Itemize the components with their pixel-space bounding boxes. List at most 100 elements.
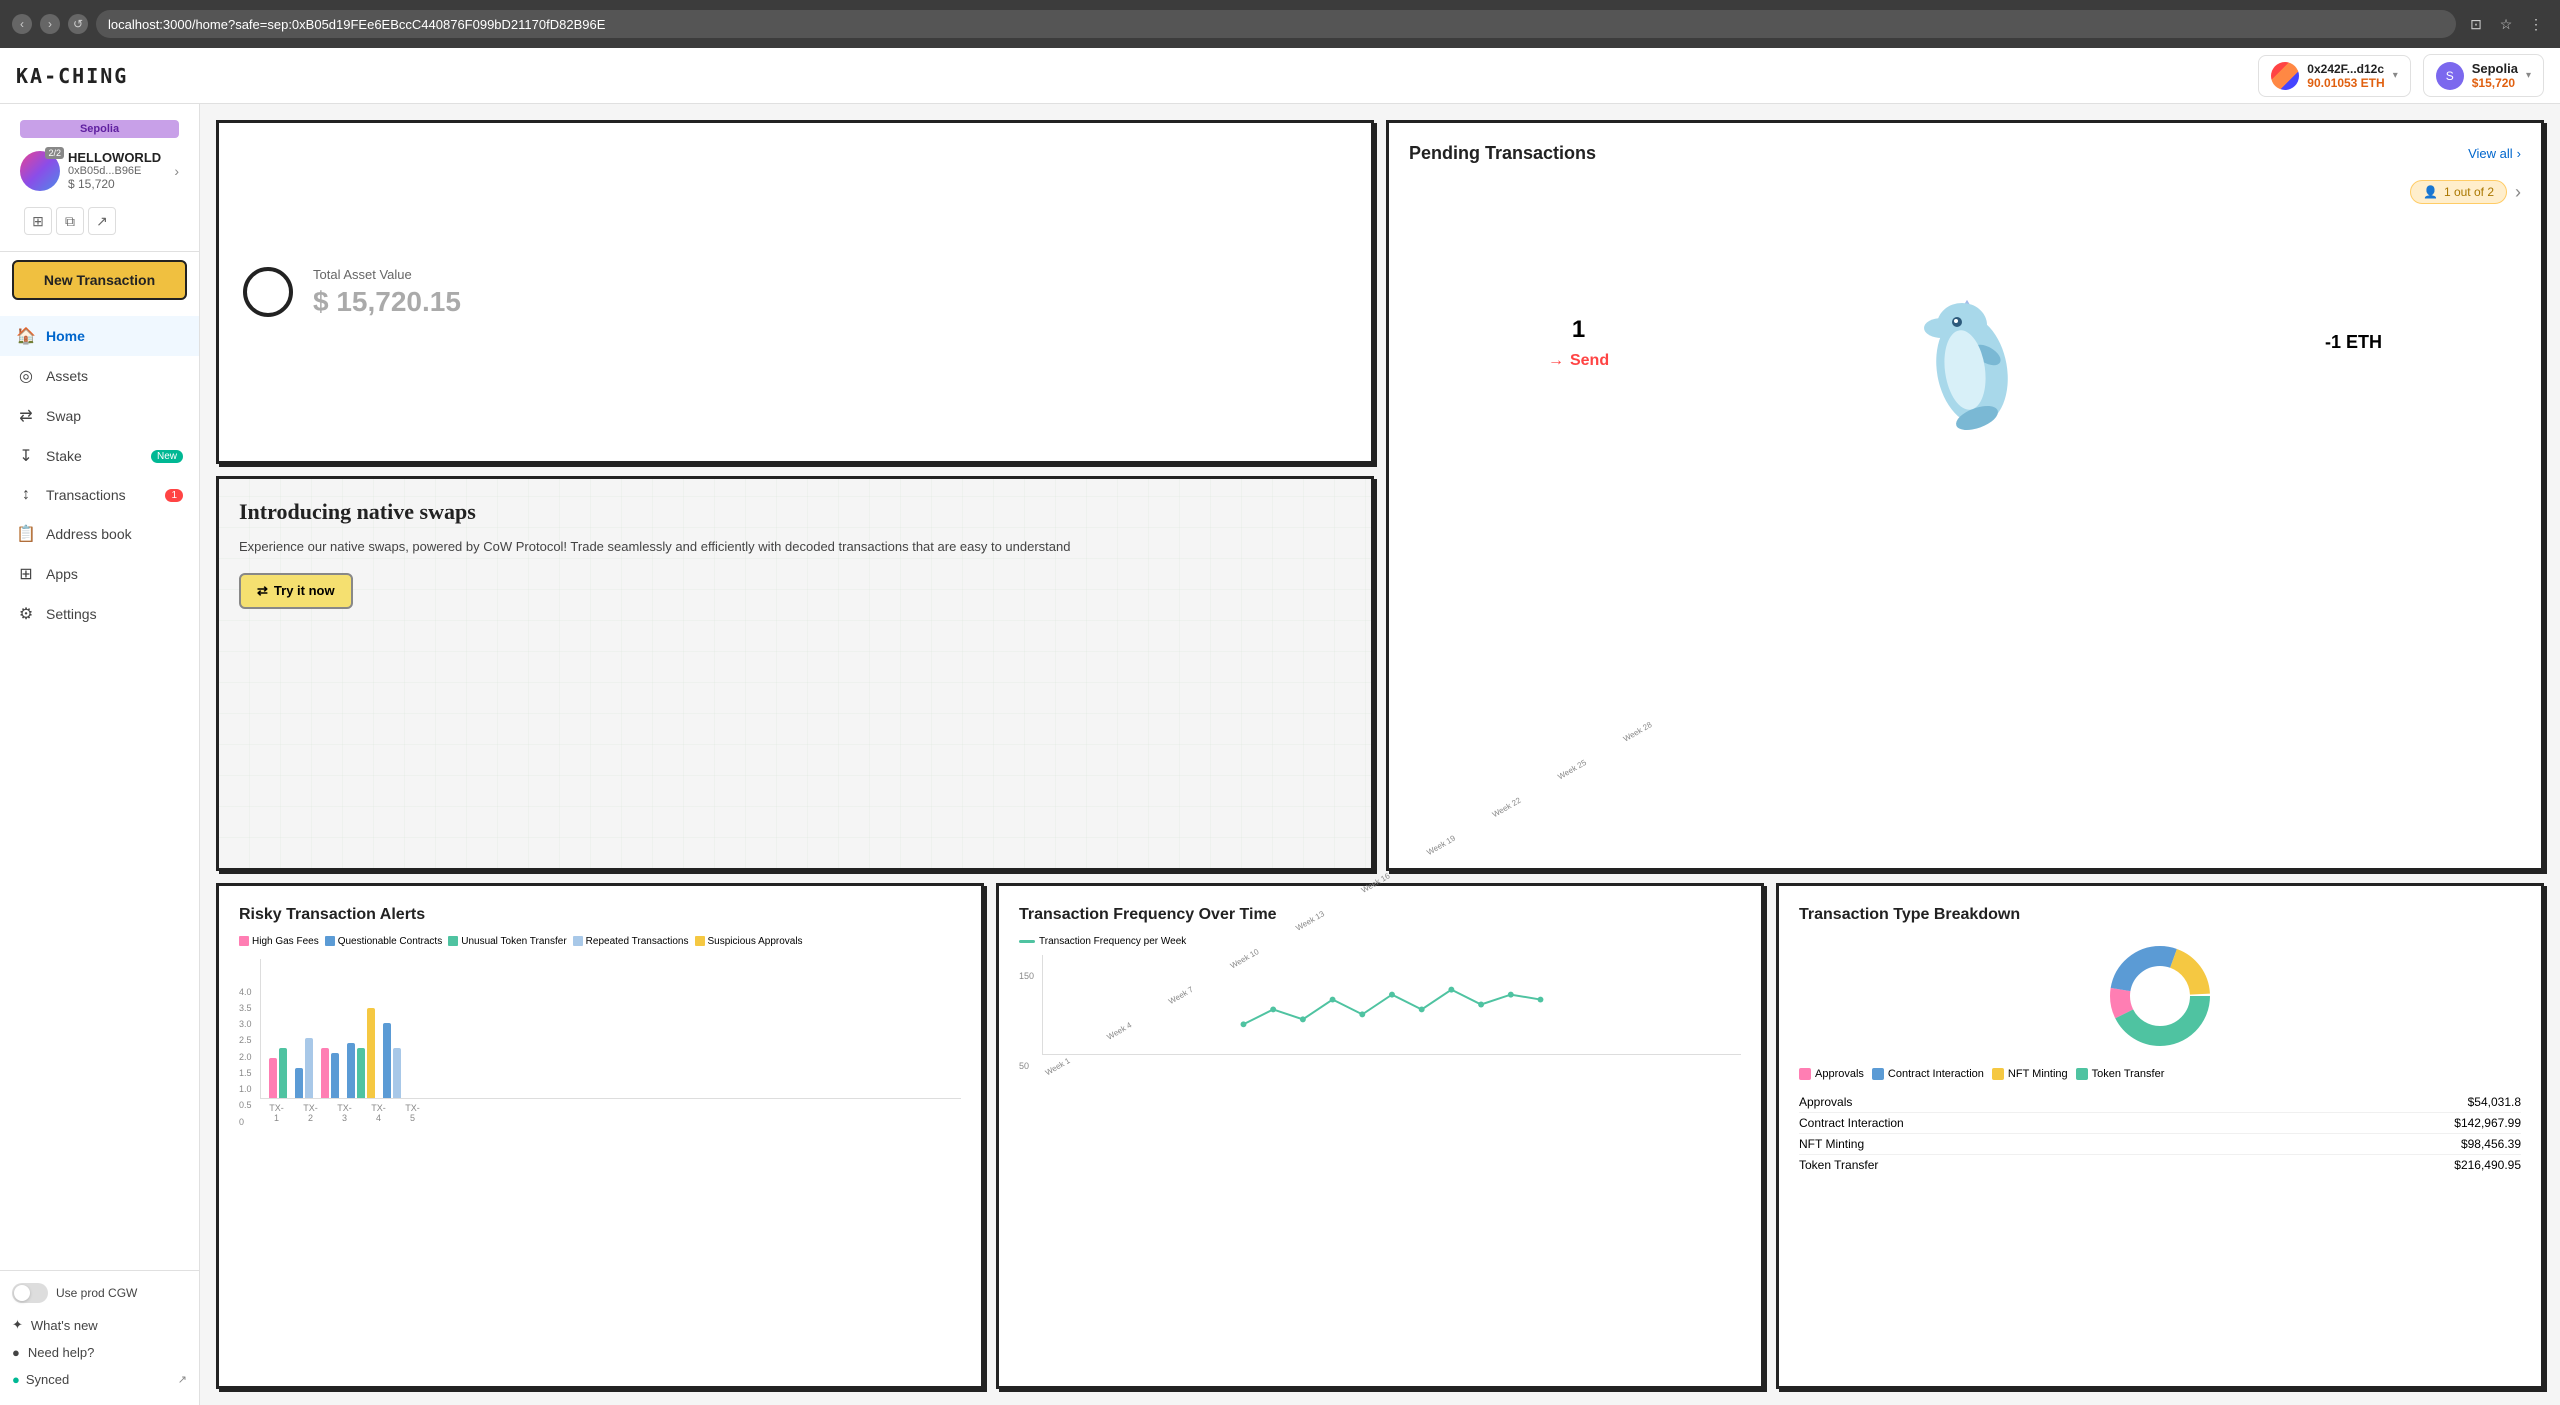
freq-y-150: 150 — [1019, 971, 1034, 981]
wallet-selector[interactable]: 0x242F...d12c 90.01053 ETH ▾ — [2258, 55, 2410, 97]
x-tx4: TX-4 — [370, 1103, 388, 1123]
whats-new-link[interactable]: ✦ What's new — [12, 1311, 187, 1339]
breakdown-row-token: Token Transfer $216,490.95 — [1799, 1155, 2521, 1175]
approvals-row-label: Approvals — [1799, 1095, 1852, 1109]
y-0: 0 — [239, 1117, 252, 1127]
new-transaction-button[interactable]: New Transaction — [12, 260, 187, 300]
risky-alerts-card: Risky Transaction Alerts High Gas Fees Q… — [216, 883, 984, 1389]
legend-questionable: Questionable Contracts — [325, 936, 443, 947]
more-button[interactable]: ⋮ — [2524, 12, 2548, 36]
tx3-bar-q — [331, 1053, 339, 1098]
back-button[interactable]: ‹ — [12, 14, 32, 34]
sidebar-item-stake[interactable]: ↧ Stake New — [0, 436, 199, 476]
sidebar-item-transactions[interactable]: ↕ Transactions 1 — [0, 476, 199, 514]
account-expand-icon[interactable]: › — [174, 163, 179, 179]
need-help-link[interactable]: ● Need help? — [12, 1339, 187, 1366]
y-3: 3.0 — [239, 1019, 252, 1029]
swaps-title: Introducing native swaps — [239, 499, 1351, 525]
approvals-row-value: $54,031.8 — [2468, 1095, 2521, 1109]
forward-button[interactable]: › — [40, 14, 60, 34]
questionable-label: Questionable Contracts — [338, 936, 443, 947]
breakdown-row-approvals: Approvals $54,031.8 — [1799, 1092, 2521, 1113]
whats-new-icon: ✦ — [12, 1317, 23, 1333]
tx1-bar-unusual — [279, 1048, 287, 1098]
sidebar-item-apps[interactable]: ⊞ Apps — [0, 554, 199, 594]
wallet-balance: 90.01053 ETH — [2307, 76, 2384, 90]
freq-y-axis: 150 50 — [1019, 971, 1038, 1071]
freq-point-1 — [1241, 1021, 1247, 1027]
legend-unusual: Unusual Token Transfer — [448, 936, 566, 947]
token-legend-label: Token Transfer — [2092, 1068, 2165, 1080]
y-axis: 4.0 3.5 3.0 2.5 2.0 1.5 1.0 0.5 0 — [239, 987, 256, 1127]
view-all-label: View all — [2468, 146, 2513, 161]
sidebar-footer: Use prod CGW ✦ What's new ● Need help? ●… — [0, 1270, 199, 1405]
url-text: localhost:3000/home?safe=sep:0xB05d19FEe… — [108, 17, 605, 32]
sidebar-item-home[interactable]: 🏠 Home — [0, 316, 199, 356]
swap-icon: ⇄ — [16, 406, 36, 426]
account-name: HELLOWORLD — [68, 150, 166, 165]
apps-icon: ⊞ — [16, 564, 36, 584]
freq-point-11 — [1538, 996, 1544, 1002]
nav-label-apps: Apps — [46, 566, 78, 582]
legend-high-gas: High Gas Fees — [239, 936, 319, 947]
approvals-color — [1799, 1068, 1811, 1080]
nft-color — [1992, 1068, 2004, 1080]
sidebar-account: Sepolia 2/2 HELLOWORLD 0xB05d...B96E $ 1… — [0, 104, 199, 252]
legend-repeated: Repeated Transactions — [573, 936, 689, 947]
x-tx1: TX-1 — [268, 1103, 286, 1123]
nav-label-home: Home — [46, 328, 85, 344]
app-logo: KA-CHING — [16, 64, 128, 88]
view-all-chevron: › — [2517, 146, 2521, 161]
swap-icon-btn: ⇄ — [257, 583, 268, 599]
view-all-link[interactable]: View all › — [2468, 146, 2521, 161]
url-bar[interactable]: localhost:3000/home?safe=sep:0xB05d19FEe… — [96, 10, 2456, 38]
legend-contract: Contract Interaction — [1872, 1068, 1984, 1080]
synced-label: Synced — [26, 1372, 69, 1387]
sidebar-item-swap[interactable]: ⇄ Swap — [0, 396, 199, 436]
donut-svg — [2100, 936, 2220, 1056]
help-icon: ● — [12, 1345, 20, 1360]
top-nav-right: 0x242F...d12c 90.01053 ETH ▾ S Sepolia $… — [2258, 54, 2544, 97]
bookmark-button[interactable]: ☆ — [2494, 12, 2518, 36]
nav-label-swap: Swap — [46, 408, 81, 424]
wallet-avatar — [2271, 62, 2299, 90]
tx2-bar-q — [295, 1068, 303, 1098]
freq-y-50: 50 — [1019, 1061, 1034, 1071]
extensions-button[interactable]: ⊡ — [2464, 12, 2488, 36]
browser-actions: ⊡ ☆ ⋮ — [2464, 12, 2548, 36]
suspicious-color — [695, 936, 705, 946]
asset-value-main: $ 15,720 — [313, 286, 422, 317]
legend-suspicious: Suspicious Approvals — [695, 936, 803, 947]
tx5-bar-q — [383, 1023, 391, 1098]
refresh-button[interactable]: ↺ — [68, 14, 88, 34]
tx4-bar-unusual — [357, 1048, 365, 1098]
network-selector[interactable]: S Sepolia $15,720 ▾ — [2423, 54, 2544, 97]
export-button[interactable]: ↗ — [88, 207, 116, 235]
tx4-bar-q — [347, 1043, 355, 1098]
questionable-color — [325, 936, 335, 946]
browser-controls: ‹ › ↺ — [12, 14, 88, 34]
account-avatar-wrapper: 2/2 — [20, 151, 60, 191]
frequency-legend-color — [1019, 940, 1035, 943]
prod-cgw-toggle[interactable] — [12, 1283, 48, 1303]
sidebar-item-settings[interactable]: ⚙ Settings — [0, 594, 199, 634]
grid-view-button[interactable]: ⊞ — [24, 207, 52, 235]
token-row-label: Token Transfer — [1799, 1158, 1878, 1172]
pending-next-button[interactable]: › — [2515, 182, 2521, 203]
freq-point-5 — [1359, 1011, 1365, 1017]
network-chevron: ▾ — [2526, 70, 2531, 81]
freq-point-7 — [1419, 1006, 1425, 1012]
pending-icon: 👤 — [2423, 185, 2438, 199]
line-chart-area: 150 50 — [1019, 955, 1741, 1071]
donut-chart-container — [1799, 936, 2521, 1056]
week16: Week 16 — [1360, 871, 1392, 895]
account-info: HELLOWORLD 0xB05d...B96E $ 15,720 — [68, 150, 166, 191]
sidebar-item-address-book[interactable]: 📋 Address book — [0, 514, 199, 554]
copy-button[interactable]: ⧉ — [56, 207, 84, 235]
sidebar-item-assets[interactable]: ◎ Assets — [0, 356, 199, 396]
asset-value-section: Total Asset Value $ 15,720.15 — [313, 267, 461, 318]
try-it-now-button[interactable]: ⇄ Try it now — [239, 573, 353, 609]
sidebar: Sepolia 2/2 HELLOWORLD 0xB05d...B96E $ 1… — [0, 104, 200, 1405]
nav-label-address-book: Address book — [46, 526, 132, 542]
contract-color — [1872, 1068, 1884, 1080]
